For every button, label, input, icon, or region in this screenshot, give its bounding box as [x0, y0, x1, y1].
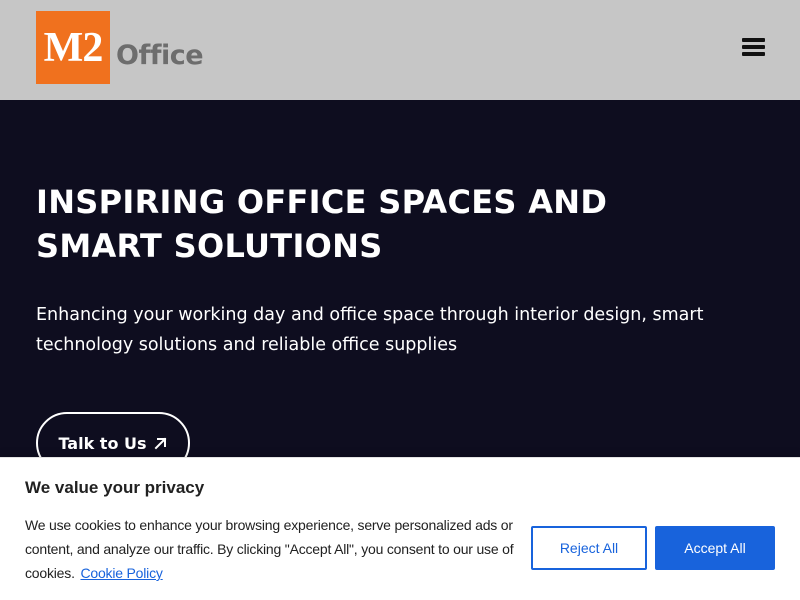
logo-mark: M2: [36, 11, 110, 84]
cookie-banner-title: We value your privacy: [25, 478, 205, 497]
hero-subtitle: Enhancing your working day and office sp…: [36, 305, 704, 355]
reject-all-button[interactable]: Reject All: [531, 526, 647, 570]
arrow-up-right-icon: [154, 437, 166, 449]
cookie-policy-link[interactable]: Cookie Policy: [80, 565, 162, 581]
logo-text: Office: [116, 40, 204, 71]
site-header: M2 Office: [0, 0, 800, 100]
accept-all-button[interactable]: Accept All: [655, 526, 775, 570]
hero-title-line-2: SMART SOLUTIONS: [36, 227, 383, 265]
hero-title: INSPIRING OFFICE SPACES AND SMART SOLUTI…: [36, 180, 676, 268]
m2-office-logo[interactable]: M2 Office: [36, 11, 204, 84]
cta-label: Talk to Us: [58, 433, 147, 453]
cookie-banner-text: We use cookies to enhance your browsing …: [25, 513, 525, 585]
hamburger-menu-icon[interactable]: [742, 38, 766, 58]
cookie-consent-banner: We value your privacy We use cookies to …: [0, 457, 800, 600]
hero-title-line-1: INSPIRING OFFICE SPACES AND: [36, 183, 608, 221]
